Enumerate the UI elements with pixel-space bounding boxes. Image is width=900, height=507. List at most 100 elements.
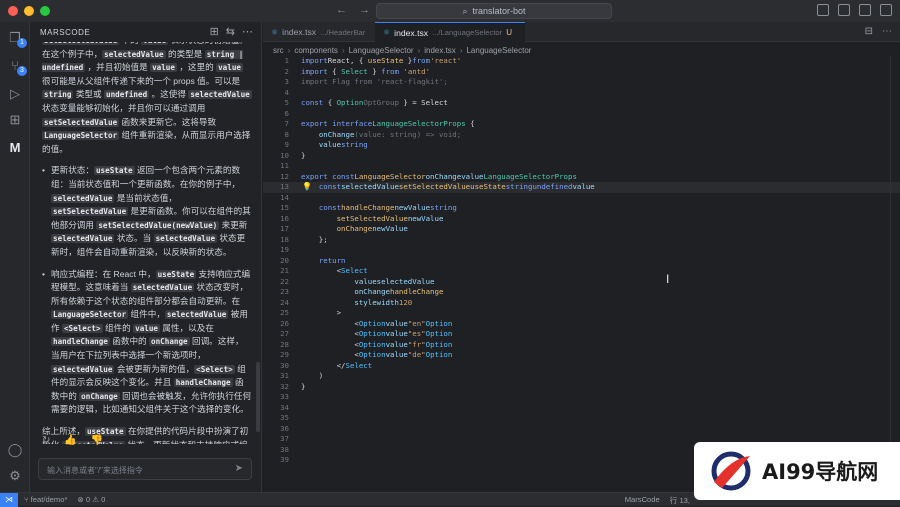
code-token: Option xyxy=(425,318,453,328)
code-line[interactable]: 15 consthandleChangenewValuestring xyxy=(263,203,900,214)
close-window-button[interactable] xyxy=(8,6,18,16)
forward-arrow-icon[interactable]: → xyxy=(359,4,370,16)
breadcrumb-item[interactable]: src xyxy=(273,46,284,55)
code-line[interactable]: 21 <Select xyxy=(263,266,900,277)
cursor-position[interactable]: 行 13, xyxy=(670,495,690,506)
code-line[interactable]: 23 onChangehandleChange xyxy=(263,287,900,298)
code-line[interactable]: 33 xyxy=(263,392,900,403)
code-line[interactable]: 11 xyxy=(263,161,900,172)
tab-languageselector-index[interactable]: ⚛ index.tsx .../LanguageSelector U xyxy=(375,22,525,42)
activity-bar: ❐ 1 ⑂ 3 ▷ ⊞ M ◯ ⚙ xyxy=(0,22,30,492)
code-line[interactable]: 26 <Optionvalue"en"Option xyxy=(263,319,900,330)
inline-code: setSelectedValue(newValue) xyxy=(96,220,220,230)
account-icon[interactable]: ◯ xyxy=(7,442,23,458)
tab-path: .../LanguageSelector xyxy=(432,28,503,37)
branch-indicator[interactable]: ⑂ feat/demo* xyxy=(24,495,67,504)
new-chat-icon[interactable]: ⊞ xyxy=(210,25,219,38)
send-icon[interactable]: ➤ xyxy=(235,463,243,474)
code-line[interactable]: 1 importReact, { useState }from'react' xyxy=(263,56,900,67)
title-bar: ← → ⌕ translator-bot xyxy=(0,0,900,22)
line-number: 7 xyxy=(284,119,289,128)
code-line[interactable]: 5 const { OptionOptGroup } = Select xyxy=(263,98,900,109)
inline-code: onChange xyxy=(79,391,120,401)
code-line[interactable]: 3 import Flag from 'react-flagkit'; xyxy=(263,77,900,88)
code-line[interactable]: 16 setSelectedValuenewValue xyxy=(263,214,900,225)
code-line[interactable]: 25 > xyxy=(263,308,900,319)
code-line[interactable]: 4 xyxy=(263,88,900,99)
code-line[interactable]: 7 export interfaceLanguageSelectorProps { xyxy=(263,119,900,130)
code-line[interactable]: 27 <Optionvalue"es"Option xyxy=(263,329,900,340)
minimize-window-button[interactable] xyxy=(24,6,34,16)
remote-icon[interactable]: ⋊ xyxy=(0,493,18,507)
line-number: 34 xyxy=(280,402,289,412)
toggle-secondary-sidebar-icon[interactable] xyxy=(859,4,871,16)
marscode-status[interactable]: MarsCode xyxy=(625,495,660,506)
breadcrumb-item[interactable]: index.tsx xyxy=(424,46,456,55)
thumbs-down-icon[interactable]: 👎 xyxy=(91,435,103,446)
code-token: const xyxy=(318,203,342,212)
code-line[interactable]: 20 return xyxy=(263,256,900,267)
more-actions-icon[interactable]: ⋯ xyxy=(882,26,892,37)
customize-layout-icon[interactable] xyxy=(880,4,892,16)
code-line[interactable]: 2 import { Select } from 'antd' xyxy=(263,67,900,78)
breadcrumb-item[interactable]: LanguageSelector xyxy=(349,46,414,55)
line-number: 14 xyxy=(280,192,289,202)
code-line[interactable]: 9 valuestring xyxy=(263,140,900,151)
code-line[interactable]: 10} xyxy=(263,151,900,162)
command-search[interactable]: ⌕ translator-bot xyxy=(376,3,612,19)
more-icon[interactable]: ⋯ xyxy=(242,25,253,38)
code-line[interactable]: 28 <Optionvalue"fr"Option xyxy=(263,340,900,351)
code-line[interactable]: 29 <Optionvalue"de"Option xyxy=(263,350,900,361)
code-line[interactable]: 35 xyxy=(263,413,900,424)
problems-indicator[interactable]: ⊗ 0 ⚠ 0 xyxy=(77,495,105,504)
code-token: "en" xyxy=(407,318,426,328)
marscode-icon[interactable]: M xyxy=(7,140,23,156)
line-number: 21 xyxy=(280,266,289,275)
editor-scrollbar[interactable] xyxy=(890,56,900,486)
settings-gear-icon[interactable]: ⚙ xyxy=(7,468,23,484)
inline-code: onChange xyxy=(149,337,190,347)
code-editor[interactable]: 1 importReact, { useState }from'react' 2 im… xyxy=(263,56,900,466)
chat-settings-icon[interactable]: ⇆ xyxy=(226,25,235,38)
toggle-panel-icon[interactable] xyxy=(838,4,850,16)
maximize-window-button[interactable] xyxy=(40,6,50,16)
inline-code: handleChange xyxy=(51,337,110,347)
code-line[interactable]: 12 export constLanguageSelectoronChangeva… xyxy=(263,172,900,183)
thumbs-up-icon[interactable]: 👍 xyxy=(64,435,76,446)
window-controls xyxy=(8,6,50,16)
code-line[interactable]: 14 xyxy=(263,193,900,204)
code-line[interactable]: 31 ) xyxy=(263,371,900,382)
code-line[interactable]: 30 </Select xyxy=(263,361,900,372)
code-line[interactable]: 18 }; xyxy=(263,235,900,246)
code-line[interactable]: 13 💡 constselectedValuesetSelectedValueus… xyxy=(263,182,900,193)
code-token: string xyxy=(430,203,457,212)
code-token: Option xyxy=(425,350,453,359)
message-text: 的类型是 xyxy=(165,48,205,59)
code-token: Select xyxy=(341,266,368,275)
chat-scrollbar[interactable] xyxy=(256,362,260,432)
regenerate-icon[interactable]: ↻ xyxy=(42,435,50,446)
line-number: 5 xyxy=(284,98,289,107)
code-line[interactable]: 22 valueselectedValue xyxy=(263,277,900,288)
code-token: export interface xyxy=(301,119,373,128)
code-line[interactable]: 19 xyxy=(263,245,900,256)
tab-headerbar-index[interactable]: ⚛ index.tsx .../HeaderBar xyxy=(263,22,373,42)
code-line[interactable]: 36 xyxy=(263,424,900,435)
toggle-sidebar-icon[interactable] xyxy=(817,4,829,16)
code-line[interactable]: 34 xyxy=(263,403,900,414)
extensions-icon[interactable]: ⊞ xyxy=(7,112,23,128)
code-line[interactable]: 32} xyxy=(263,382,900,393)
code-line[interactable]: 24 stylewidth120 xyxy=(263,298,900,309)
back-arrow-icon[interactable]: ← xyxy=(336,4,347,16)
run-debug-icon[interactable]: ▷ xyxy=(7,86,23,102)
message-text: 更新状态： xyxy=(51,165,94,176)
code-line[interactable]: 17 onChangenewValue xyxy=(263,224,900,235)
breadcrumb-item[interactable]: LanguageSelector xyxy=(466,46,531,55)
code-line[interactable]: 6 xyxy=(263,109,900,120)
code-line[interactable]: 8 onChange(value: string) => void; xyxy=(263,130,900,141)
split-editor-icon[interactable]: ⊟ xyxy=(865,26,873,37)
chat-input[interactable]: 输入消息或者"/"来选择指令 ➤ xyxy=(38,458,252,480)
code-token: OptGroup xyxy=(363,98,399,107)
breadcrumb-item[interactable]: components xyxy=(294,46,338,55)
